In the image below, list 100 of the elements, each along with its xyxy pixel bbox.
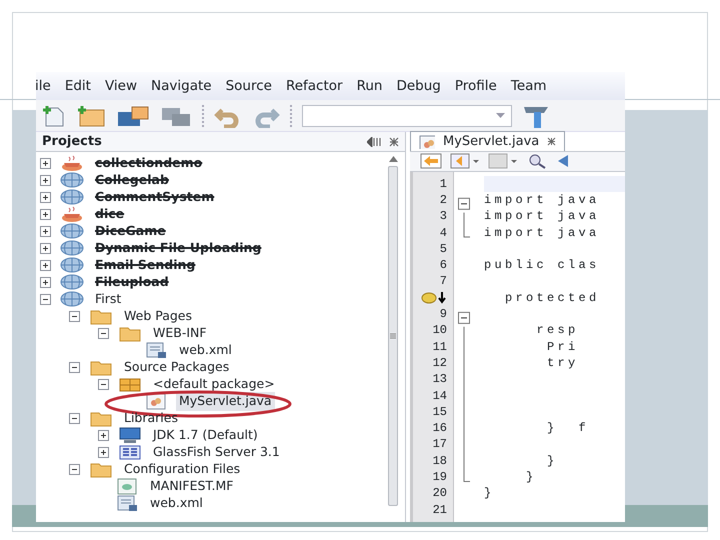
expand-toggle[interactable] xyxy=(98,328,109,339)
coffee-cup-icon xyxy=(60,206,84,223)
menu-item[interactable]: ile xyxy=(36,76,51,96)
close-icon[interactable] xyxy=(547,137,556,146)
line-number: 3 xyxy=(440,208,447,225)
globe-icon xyxy=(60,257,84,274)
tree-item[interactable]: Dynamic File Uploading xyxy=(92,239,264,258)
code-line: } xyxy=(546,454,558,468)
expand-toggle[interactable] xyxy=(98,379,109,390)
line-number: 21 xyxy=(432,502,447,518)
tree-item[interactable]: Source Packages xyxy=(121,358,232,377)
caret-icon xyxy=(496,113,505,118)
document-icon xyxy=(144,393,168,410)
line-number: 16 xyxy=(432,420,447,436)
expand-toggle[interactable] xyxy=(40,277,51,288)
server-icon xyxy=(118,444,142,461)
tree-item[interactable]: web.xml xyxy=(147,494,206,513)
menu-item[interactable]: Run xyxy=(356,76,382,96)
tree-item[interactable]: Email Sending xyxy=(92,256,198,275)
code-line: import java xyxy=(484,209,600,224)
menu-item[interactable]: Edit xyxy=(64,76,91,96)
line-number: 2 xyxy=(440,192,447,208)
menu-item[interactable]: Debug xyxy=(396,76,441,96)
expand-toggle[interactable] xyxy=(40,158,51,169)
document-icon xyxy=(417,134,435,148)
code-line: protected xyxy=(504,290,600,305)
new-folder-icon[interactable] xyxy=(76,104,106,128)
line-number: 12 xyxy=(432,354,447,372)
scrollbar-thumb[interactable] xyxy=(388,166,398,506)
warning-marker-icon xyxy=(421,292,447,304)
new-file-icon[interactable] xyxy=(40,104,66,128)
expand-toggle[interactable] xyxy=(40,243,51,254)
tree-item[interactable]: JDK 1.7 (Default) xyxy=(150,426,261,445)
globe-icon xyxy=(60,172,84,189)
line-number: 19 xyxy=(432,469,447,486)
expand-toggle[interactable] xyxy=(40,294,51,305)
menu-item[interactable]: Navigate xyxy=(151,76,212,96)
menu-item[interactable]: Source xyxy=(226,76,272,96)
expand-toggle[interactable] xyxy=(40,260,51,271)
line-number: 9 xyxy=(440,306,447,322)
back-dropdown-icon[interactable] xyxy=(450,153,480,170)
folder-icon xyxy=(89,410,113,427)
back-icon[interactable] xyxy=(420,153,442,170)
menu-item[interactable]: View xyxy=(104,76,138,96)
editor-tab[interactable]: MyServlet.java xyxy=(410,131,566,151)
line-number: 11 xyxy=(432,338,447,355)
globe-icon xyxy=(60,223,84,240)
document-icon xyxy=(115,478,139,495)
tree-item[interactable]: WEB-INF xyxy=(150,324,210,343)
expand-toggle[interactable] xyxy=(69,362,80,373)
code-line: } xyxy=(484,486,495,500)
code-line: try xyxy=(546,356,579,370)
folder-icon xyxy=(89,308,113,325)
tree-item[interactable]: CommentSystem xyxy=(92,188,218,207)
line-number: 4 xyxy=(440,224,447,241)
expand-toggle[interactable] xyxy=(40,226,51,237)
menu-item[interactable]: Profile xyxy=(454,76,497,96)
expand-toggle[interactable] xyxy=(98,430,109,441)
tree-item[interactable]: Fileupload xyxy=(92,273,172,292)
expand-toggle[interactable] xyxy=(69,413,80,424)
line-number: 5 xyxy=(440,240,447,258)
expand-toggle[interactable] xyxy=(40,175,51,186)
code-line: } f xyxy=(546,421,590,436)
panel-title: Projects xyxy=(42,132,102,151)
line-number: 15 xyxy=(432,404,447,420)
expand-toggle[interactable] xyxy=(40,192,51,203)
scroll-up-icon[interactable] xyxy=(388,156,398,162)
line-number: 10 xyxy=(432,322,447,339)
globe-icon xyxy=(60,274,84,291)
close-icon[interactable] xyxy=(389,136,399,146)
tree-item[interactable]: Collegelab xyxy=(92,171,172,190)
tree-item[interactable]: <default package> xyxy=(150,375,278,394)
globe-icon xyxy=(60,189,84,206)
tree-item[interactable]: web.xml xyxy=(176,341,235,360)
code-line: resp xyxy=(536,323,579,338)
code-line: } xyxy=(525,470,537,484)
menu-item[interactable]: Refactor xyxy=(286,76,343,96)
expand-toggle[interactable] xyxy=(40,209,51,220)
minimize-icon[interactable] xyxy=(367,136,381,146)
dropdown-field[interactable] xyxy=(302,104,512,126)
line-number: 13 xyxy=(432,371,447,388)
globe-icon xyxy=(60,240,84,257)
tree-item[interactable]: MANIFEST.MF xyxy=(147,477,236,496)
line-number: 7 xyxy=(440,273,447,290)
expand-toggle[interactable] xyxy=(69,464,80,475)
tree-item[interactable]: DiceGame xyxy=(92,222,169,241)
tree-item[interactable]: GlassFish Server 3.1 xyxy=(150,443,283,462)
expand-toggle[interactable] xyxy=(98,447,109,458)
document-icon xyxy=(115,495,139,512)
open-folders-icon[interactable] xyxy=(116,104,150,128)
tree-item[interactable]: First xyxy=(92,290,124,309)
tree-item[interactable]: collectiondemo xyxy=(92,154,206,173)
line-number: 17 xyxy=(432,436,447,453)
tree-item[interactable]: Configuration Files xyxy=(121,460,244,479)
menu-item[interactable]: Team xyxy=(510,76,547,96)
expand-toggle[interactable] xyxy=(69,311,80,322)
document-icon xyxy=(144,342,168,359)
line-number: 1 xyxy=(440,176,447,192)
tree-item[interactable]: dice xyxy=(92,205,128,224)
tree-item[interactable]: Web Pages xyxy=(121,307,195,326)
